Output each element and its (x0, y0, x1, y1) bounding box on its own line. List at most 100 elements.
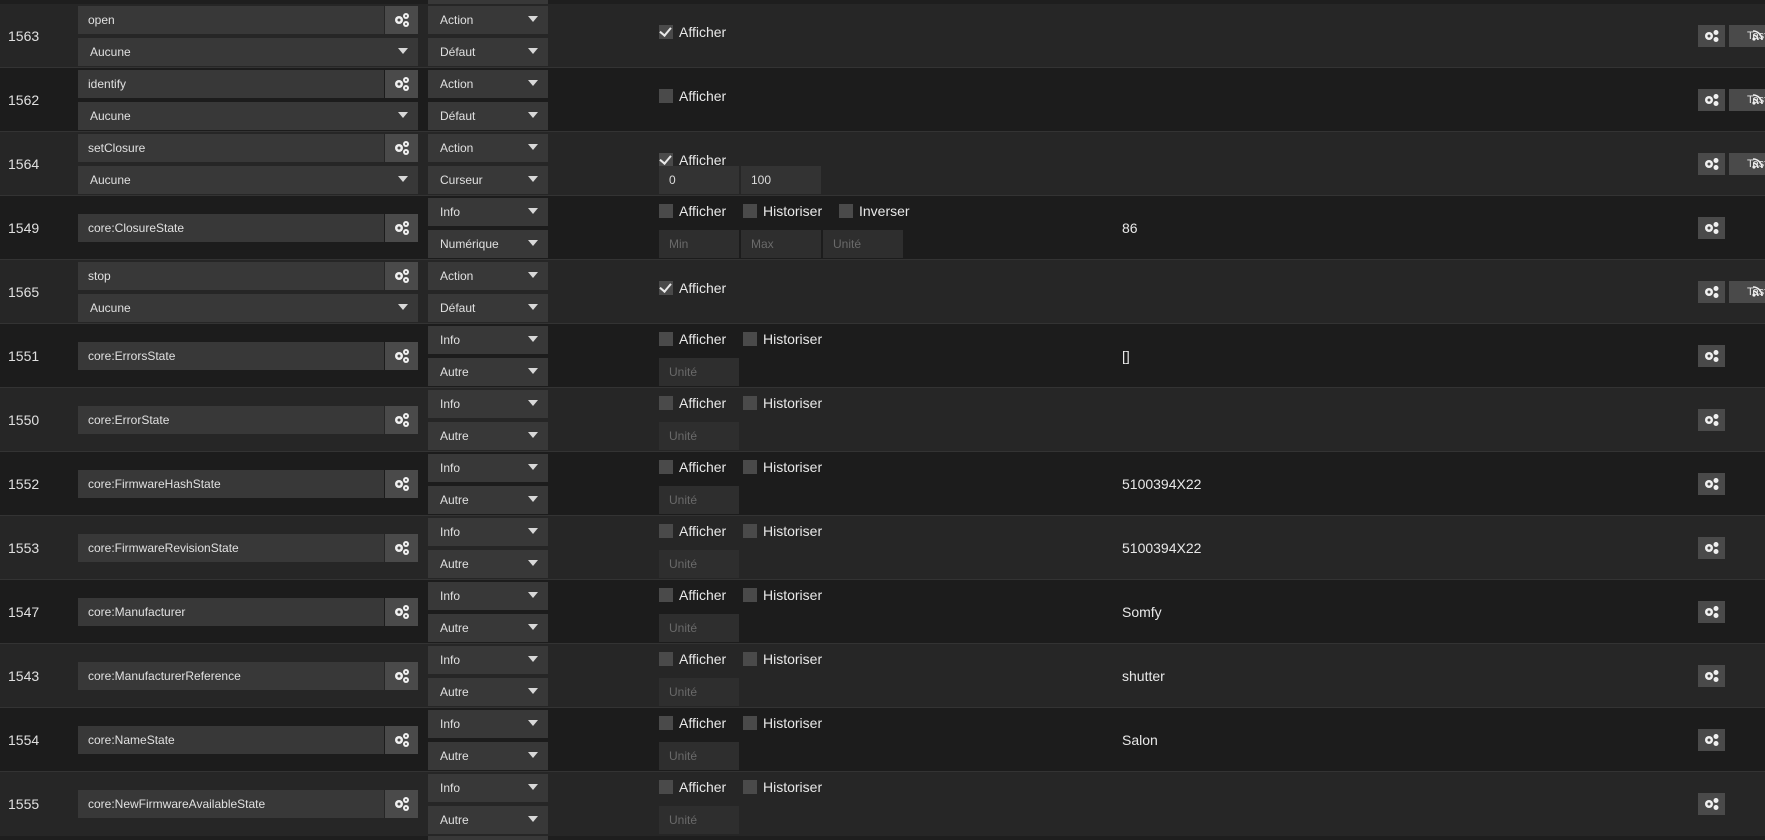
command-name-input[interactable]: open (78, 6, 384, 34)
config-input[interactable]: Min (659, 230, 739, 258)
afficher-checkbox[interactable]: Afficher (659, 779, 726, 797)
advanced-config-button[interactable] (1698, 89, 1725, 111)
checkbox-box[interactable] (659, 332, 673, 346)
command-name-input[interactable]: core:Manufacturer (78, 598, 384, 626)
afficher-checkbox[interactable]: Afficher (659, 715, 726, 733)
config-input[interactable]: 100 (741, 166, 821, 194)
config-input[interactable]: Unité (659, 550, 739, 578)
configure-command-button[interactable] (385, 214, 418, 242)
value-command-select[interactable]: Aucune (78, 38, 418, 66)
type-select[interactable]: Action (428, 6, 548, 34)
historiser-checkbox[interactable]: Historiser (743, 779, 822, 797)
config-input[interactable]: Unité (659, 358, 739, 386)
historiser-checkbox[interactable]: Historiser (743, 523, 822, 541)
advanced-config-button[interactable] (1698, 217, 1725, 239)
historiser-checkbox[interactable]: Historiser (743, 715, 822, 733)
config-input[interactable]: Max (741, 230, 821, 258)
config-input[interactable]: Unité (659, 678, 739, 706)
configure-command-button[interactable] (385, 342, 418, 370)
configure-command-button[interactable] (385, 790, 418, 818)
type-select[interactable]: Action (428, 262, 548, 290)
test-command-button[interactable]: Tester (1729, 25, 1765, 47)
advanced-config-button[interactable] (1698, 25, 1725, 47)
afficher-checkbox[interactable]: Afficher (659, 203, 726, 221)
checkbox-box[interactable] (743, 396, 757, 410)
checkbox-box[interactable] (659, 153, 673, 167)
config-input[interactable]: Unité (659, 742, 739, 770)
historiser-checkbox[interactable]: Historiser (743, 459, 822, 477)
historiser-checkbox[interactable]: Historiser (743, 395, 822, 413)
command-name-input[interactable]: core:NameState (78, 726, 384, 754)
type-select[interactable]: Info (428, 646, 548, 674)
inverser-checkbox[interactable]: Inverser (839, 203, 910, 221)
advanced-config-button[interactable] (1698, 473, 1725, 495)
afficher-checkbox[interactable]: Afficher (659, 395, 726, 413)
config-input[interactable]: Unité (823, 230, 903, 258)
advanced-config-button[interactable] (1698, 281, 1725, 303)
checkbox-box[interactable] (743, 524, 757, 538)
checkbox-box[interactable] (743, 716, 757, 730)
test-command-button[interactable]: Tester (1729, 89, 1765, 111)
advanced-config-button[interactable] (1698, 537, 1725, 559)
type-select[interactable]: Info (428, 198, 548, 226)
subtype-select[interactable]: Curseur (428, 166, 548, 194)
type-select[interactable]: Action (428, 70, 548, 98)
afficher-checkbox[interactable]: Afficher (659, 459, 726, 477)
command-name-input[interactable]: core:ErrorState (78, 406, 384, 434)
afficher-checkbox[interactable]: Afficher (659, 651, 726, 669)
checkbox-box[interactable] (743, 204, 757, 218)
command-name-input[interactable]: identify (78, 70, 384, 98)
command-name-input[interactable]: setClosure (78, 134, 384, 162)
subtype-select[interactable]: Autre (428, 614, 548, 642)
command-name-input[interactable]: core:ManufacturerReference (78, 662, 384, 690)
configure-command-button[interactable] (385, 598, 418, 626)
checkbox-box[interactable] (659, 25, 673, 39)
type-select[interactable]: Action (428, 134, 548, 162)
advanced-config-button[interactable] (1698, 153, 1725, 175)
value-command-select[interactable]: Aucune (78, 294, 418, 322)
config-input[interactable]: Unité (659, 614, 739, 642)
checkbox-box[interactable] (743, 588, 757, 602)
type-select[interactable]: Info (428, 518, 548, 546)
afficher-checkbox[interactable]: Afficher (659, 88, 726, 106)
command-name-input[interactable]: core:ClosureState (78, 214, 384, 242)
checkbox-box[interactable] (659, 281, 673, 295)
configure-command-button[interactable] (385, 470, 418, 498)
checkbox-box[interactable] (743, 460, 757, 474)
configure-command-button[interactable] (385, 662, 418, 690)
checkbox-box[interactable] (659, 204, 673, 218)
checkbox-box[interactable] (743, 332, 757, 346)
historiser-checkbox[interactable]: Historiser (743, 203, 822, 221)
command-name-input[interactable]: core:NewFirmwareAvailableState (78, 790, 384, 818)
configure-command-button[interactable] (385, 6, 418, 34)
advanced-config-button[interactable] (1698, 601, 1725, 623)
checkbox-box[interactable] (659, 716, 673, 730)
checkbox-box[interactable] (659, 588, 673, 602)
checkbox-box[interactable] (659, 89, 673, 103)
subtype-select[interactable]: Autre (428, 486, 548, 514)
subtype-select[interactable]: Numérique (428, 230, 548, 258)
configure-command-button[interactable] (385, 134, 418, 162)
configure-command-button[interactable] (385, 406, 418, 434)
config-input[interactable]: Unité (659, 422, 739, 450)
advanced-config-button[interactable] (1698, 409, 1725, 431)
command-name-input[interactable]: core:FirmwareHashState (78, 470, 384, 498)
type-select[interactable]: Info (428, 454, 548, 482)
config-input[interactable]: Unité (659, 486, 739, 514)
subtype-select[interactable]: Autre (428, 358, 548, 386)
type-select[interactable]: Info (428, 390, 548, 418)
afficher-checkbox[interactable]: Afficher (659, 280, 726, 298)
command-name-input[interactable]: core:FirmwareRevisionState (78, 534, 384, 562)
type-select[interactable]: Info (428, 582, 548, 610)
subtype-select[interactable]: Autre (428, 422, 548, 450)
checkbox-box[interactable] (839, 204, 853, 218)
configure-command-button[interactable] (385, 262, 418, 290)
test-command-button[interactable]: Tester (1729, 281, 1765, 303)
checkbox-box[interactable] (659, 396, 673, 410)
subtype-select[interactable]: Autre (428, 806, 548, 834)
historiser-checkbox[interactable]: Historiser (743, 587, 822, 605)
subtype-select[interactable]: Autre (428, 742, 548, 770)
subtype-select[interactable]: Défaut (428, 294, 548, 322)
checkbox-box[interactable] (659, 652, 673, 666)
advanced-config-button[interactable] (1698, 729, 1725, 751)
